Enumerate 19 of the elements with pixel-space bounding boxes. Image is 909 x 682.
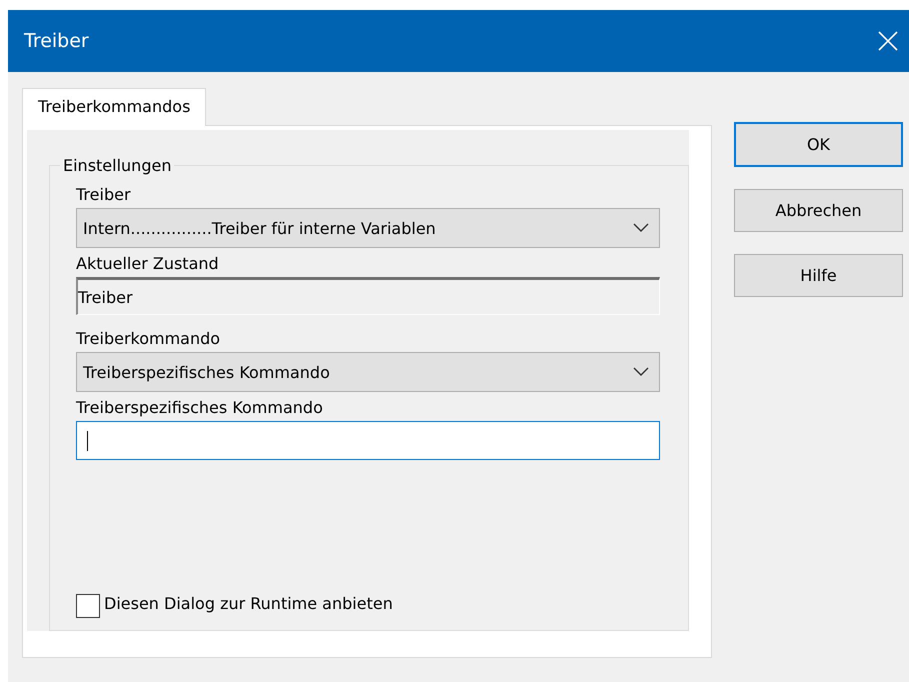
chevron-down-icon [633, 223, 649, 233]
close-icon[interactable] [877, 30, 899, 52]
chevron-down-icon [633, 367, 649, 377]
dropdown-field[interactable]: Intern................Treiber für interne Variablen [76, 208, 660, 248]
checkbox-label: Diesen Dialog zur Runtime anbieten [104, 594, 393, 613]
dialog-button[interactable]: Hilfe [734, 254, 903, 297]
input-field[interactable] [76, 421, 660, 460]
tab[interactable]: Treiberkommandos [22, 88, 206, 126]
window-title: Treiber [24, 30, 89, 52]
dialog-button[interactable]: Abbrechen [734, 189, 903, 232]
field-label: Aktueller Zustand [76, 254, 219, 273]
field-label: Treiber [76, 185, 131, 204]
field-label: Treiberkommando [76, 329, 220, 348]
group-title: Einstellungen [62, 156, 172, 175]
checkbox[interactable] [76, 594, 100, 618]
dropdown-field[interactable]: Treiberspezifisches Kommando [76, 352, 660, 392]
dialog-button[interactable]: OK [734, 122, 903, 167]
status-field: Treiber [76, 277, 660, 315]
field-label: Treiberspezifisches Kommando [76, 398, 323, 417]
